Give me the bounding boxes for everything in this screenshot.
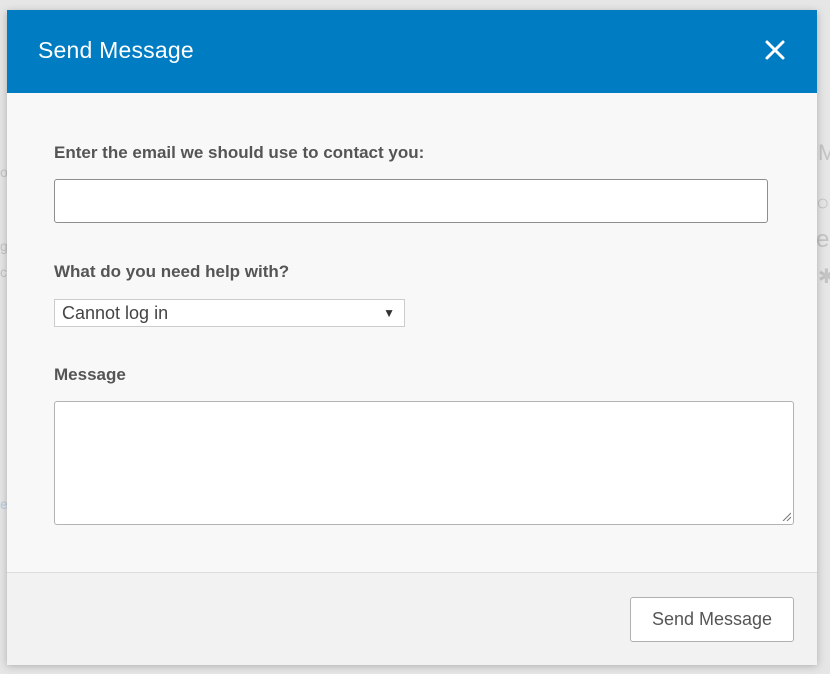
help-topic-label: What do you need help with?: [54, 262, 290, 281]
dropdown-arrow-icon: ▼: [383, 306, 395, 320]
resize-grip-icon[interactable]: [782, 512, 791, 521]
email-label: Enter the email we should use to contact…: [54, 143, 425, 162]
send-message-dialog: Send Message Enter the email we should u…: [7, 10, 817, 665]
background-fragment: e: [816, 226, 830, 253]
email-field[interactable]: [54, 179, 768, 223]
dialog-footer: Send Message: [7, 572, 817, 665]
background-fragment: M: [818, 140, 830, 165]
background-fragment: ○: [816, 190, 830, 215]
dialog-header: Send Message: [7, 10, 817, 93]
background-fragment: ✱: [818, 266, 830, 288]
background-fragment: c: [0, 264, 7, 280]
send-message-button[interactable]: Send Message: [630, 597, 794, 642]
close-icon-glyph: [765, 40, 785, 60]
message-textarea[interactable]: [54, 401, 794, 525]
help-topic-select[interactable]: Cannot log in ▼: [54, 299, 405, 327]
message-label: Message: [54, 365, 126, 384]
dialog-title: Send Message: [38, 37, 194, 63]
close-icon[interactable]: [763, 38, 787, 62]
help-topic-selected-value: Cannot log in: [62, 303, 169, 323]
